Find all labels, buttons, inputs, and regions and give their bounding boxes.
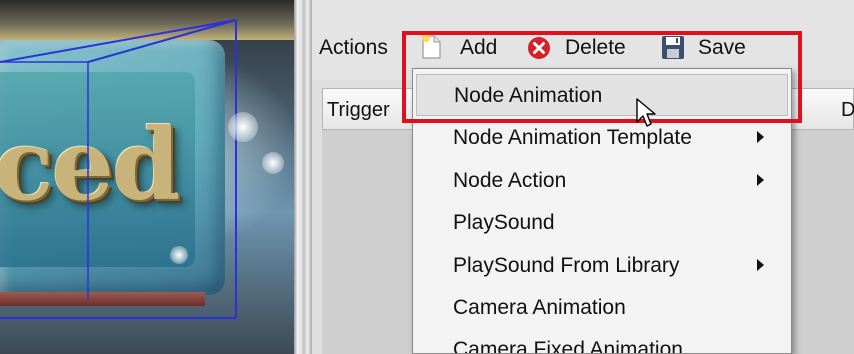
- 3d-viewport[interactable]: ced: [0, 0, 294, 354]
- menu-item-label: PlaySound: [453, 211, 555, 234]
- add-action-menu: Node Animation Node Animation Template N…: [412, 68, 792, 354]
- new-document-icon: [422, 34, 441, 59]
- menu-item-label: Node Animation: [454, 84, 603, 107]
- panel-splitter[interactable]: [294, 0, 312, 354]
- menu-item-camera-fixed-animation[interactable]: Camera Fixed Animation: [416, 329, 788, 354]
- submenu-arrow-icon: [757, 131, 764, 143]
- actions-label: Actions: [319, 36, 388, 59]
- save-button-label: Save: [698, 36, 746, 59]
- menu-item-node-action[interactable]: Node Action: [416, 160, 788, 202]
- menu-item-node-animation[interactable]: Node Animation: [416, 74, 788, 116]
- menu-item-label: PlaySound From Library: [453, 254, 680, 277]
- light-sparkle: [170, 246, 188, 264]
- menu-item-label: Node Action: [453, 169, 567, 192]
- add-button[interactable]: Add: [420, 34, 502, 62]
- delete-circle-icon: [528, 37, 550, 59]
- submenu-arrow-icon: [757, 174, 764, 186]
- floppy-disk-icon: [662, 36, 684, 59]
- delete-button[interactable]: Delete: [527, 34, 639, 62]
- column-header-trigger[interactable]: Trigger: [327, 99, 390, 122]
- submenu-arrow-icon: [757, 259, 764, 271]
- menu-item-playsound[interactable]: PlaySound: [416, 202, 788, 244]
- menu-item-playsound-from-library[interactable]: PlaySound From Library: [416, 245, 788, 287]
- add-button-label: Add: [460, 36, 498, 59]
- light-sparkle: [262, 152, 284, 174]
- mouse-pointer-icon: [636, 98, 656, 127]
- menu-item-camera-animation[interactable]: Camera Animation: [416, 287, 788, 329]
- save-button[interactable]: Save: [661, 34, 757, 62]
- selection-wireframe: [0, 19, 237, 319]
- delete-button-label: Delete: [565, 36, 626, 59]
- menu-item-label: Camera Animation: [453, 296, 626, 319]
- menu-item-label: Camera Fixed Animation: [453, 338, 683, 354]
- column-header-d[interactable]: D: [841, 99, 854, 122]
- light-sparkle: [228, 112, 258, 142]
- menu-item-node-animation-template[interactable]: Node Animation Template: [416, 117, 788, 159]
